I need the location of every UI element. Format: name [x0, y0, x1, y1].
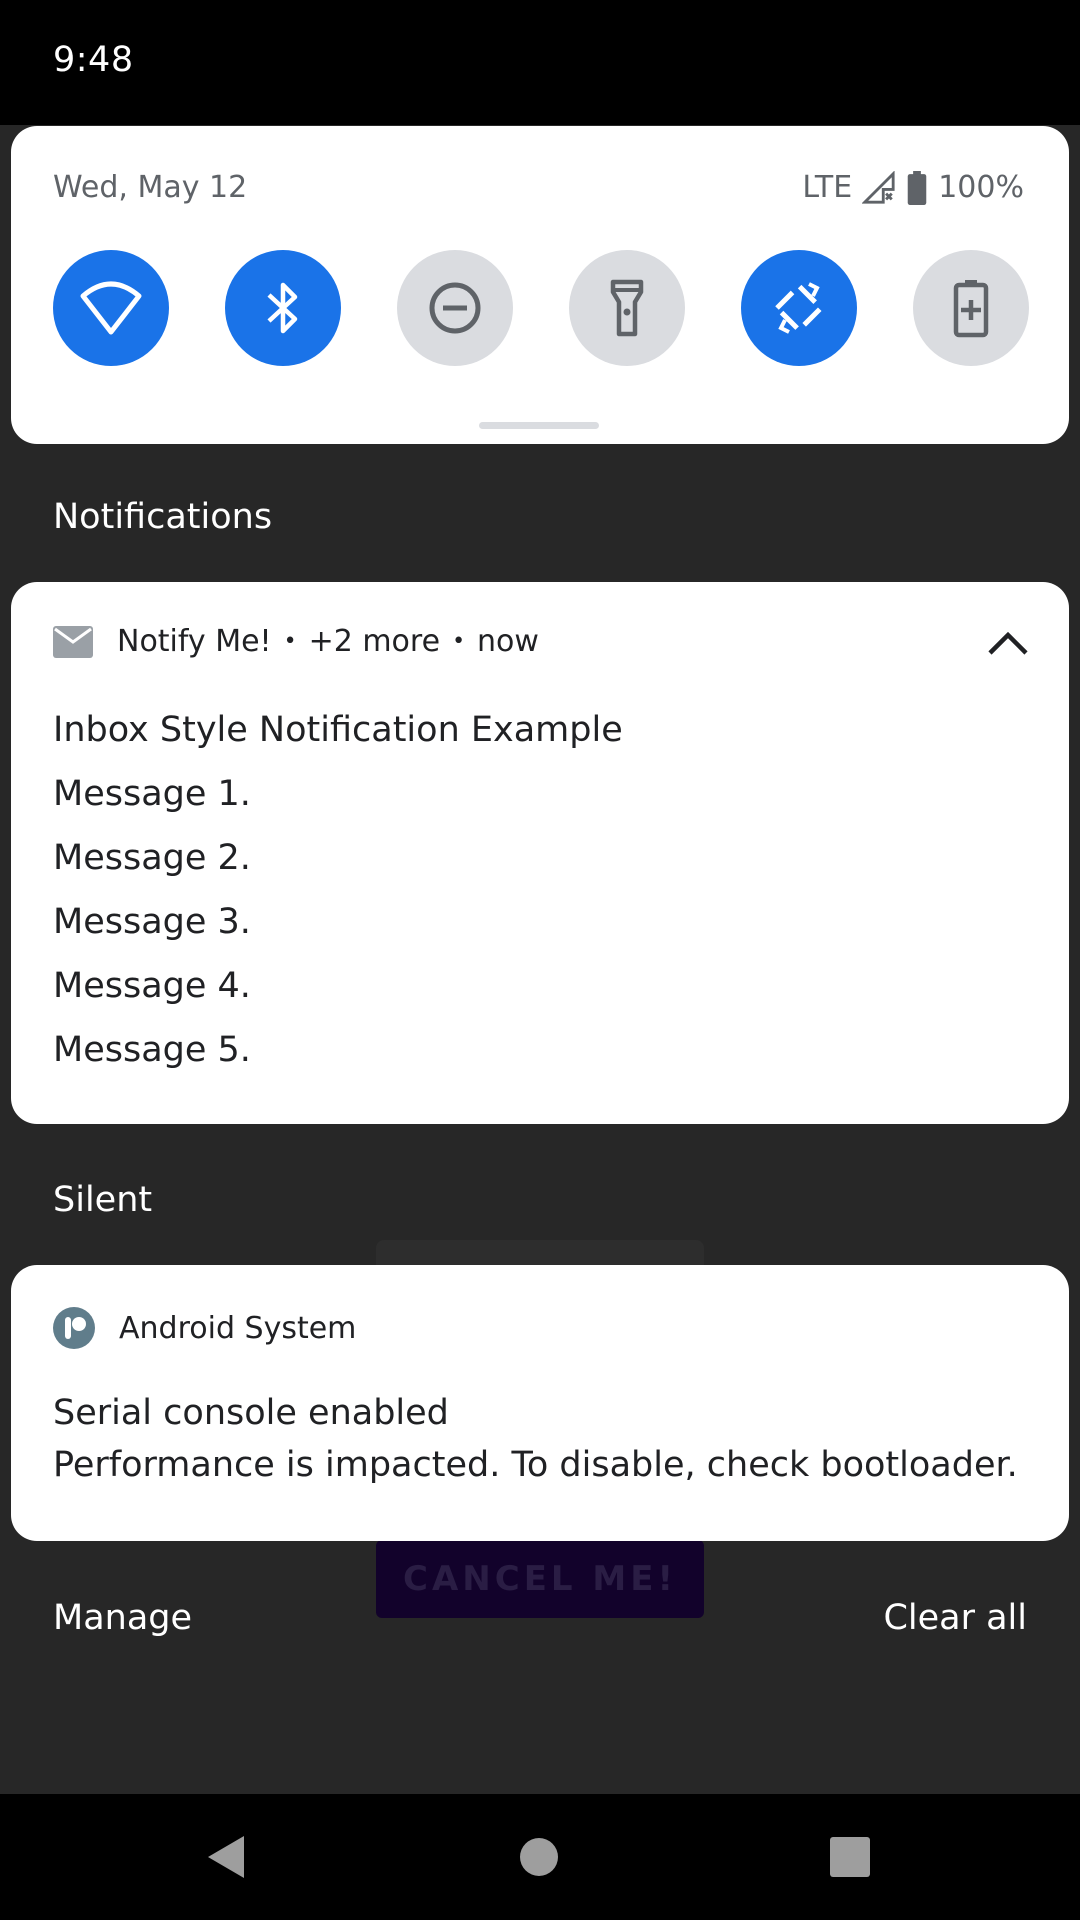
qs-date[interactable]: Wed, May 12 — [53, 170, 247, 205]
recents-icon[interactable] — [830, 1837, 870, 1877]
quick-settings-panel: Wed, May 12 LTE 100% — [11, 126, 1069, 444]
tile-bluetooth[interactable] — [225, 250, 341, 366]
status-bar: 9:48 — [0, 0, 1080, 125]
notifications-header: Notifications — [53, 497, 273, 537]
flashlight-icon — [610, 279, 644, 337]
system-notification-card[interactable]: Android System Serial console enabled Pe… — [11, 1265, 1069, 1541]
separator-dot: • — [452, 629, 466, 654]
auto-rotate-icon — [774, 282, 824, 334]
notification-title: Inbox Style Notification Example — [53, 710, 623, 750]
inbox-message: Message 3. — [53, 902, 251, 942]
clear-all-button[interactable]: Clear all — [883, 1598, 1027, 1638]
tile-battery-saver[interactable] — [913, 250, 1029, 366]
tile-flashlight[interactable] — [569, 250, 685, 366]
navigation-bar — [0, 1794, 1080, 1920]
inbox-notification-card[interactable]: Notify Me! • +2 more • now Inbox Style N… — [11, 582, 1069, 1124]
network-type: LTE — [802, 170, 853, 205]
inbox-message: Message 1. — [53, 774, 251, 814]
status-time: 9:48 — [53, 40, 134, 80]
wifi-icon — [80, 281, 142, 335]
mail-icon — [53, 625, 93, 658]
notification-header: Android System — [53, 1307, 356, 1349]
notification-more-count: +2 more — [308, 624, 441, 659]
tile-wifi[interactable] — [53, 250, 169, 366]
battery-icon — [907, 170, 927, 205]
notification-time: now — [477, 624, 539, 659]
inbox-message: Message 5. — [53, 1030, 251, 1070]
collapse-chevron-icon[interactable] — [987, 630, 1029, 656]
back-icon[interactable] — [204, 1834, 250, 1880]
manage-button[interactable]: Manage — [53, 1598, 192, 1638]
quick-settings-tiles — [53, 250, 1029, 366]
tile-auto-rotate[interactable] — [741, 250, 857, 366]
system-icons: LTE 100% — [802, 170, 1024, 205]
notification-title: Serial console enabled — [53, 1393, 449, 1433]
qs-drag-handle[interactable] — [479, 422, 599, 429]
do-not-disturb-icon — [429, 282, 481, 334]
silent-header: Silent — [53, 1180, 153, 1220]
notification-app-name: Notify Me! — [117, 624, 272, 659]
inbox-message: Message 2. — [53, 838, 251, 878]
home-icon[interactable] — [519, 1837, 559, 1877]
battery-saver-icon — [953, 280, 989, 338]
notification-text: Performance is impacted. To disable, che… — [53, 1445, 1018, 1485]
tile-do-not-disturb[interactable] — [397, 250, 513, 366]
android-system-icon — [53, 1307, 95, 1349]
signal-icon — [862, 170, 895, 204]
background-cancel-button: CANCEL ME! — [376, 1540, 704, 1618]
notification-header: Notify Me! • +2 more • now — [53, 624, 539, 659]
battery-percent: 100% — [938, 170, 1024, 205]
notification-app-name: Android System — [119, 1310, 357, 1346]
bluetooth-icon — [267, 282, 298, 334]
separator-dot: • — [283, 629, 297, 654]
inbox-message: Message 4. — [53, 966, 251, 1006]
